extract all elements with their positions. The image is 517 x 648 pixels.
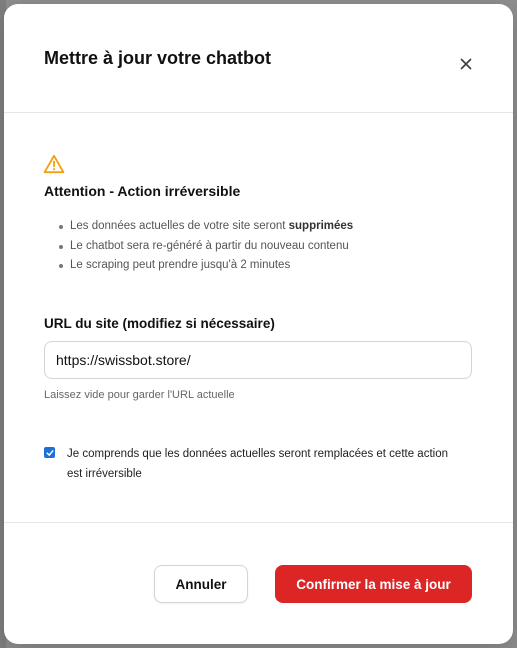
confirm-update-button[interactable]: Confirmer la mise à jour: [275, 565, 472, 603]
url-input[interactable]: [44, 341, 472, 379]
list-item: Le scraping peut prendre jusqu'à 2 minut…: [50, 256, 353, 276]
cancel-button[interactable]: Annuler: [154, 565, 248, 603]
list-item: Le chatbot sera re-généré à partir du no…: [50, 237, 353, 257]
close-icon: [460, 58, 472, 70]
footer-divider: [4, 522, 513, 523]
update-chatbot-modal: Mettre à jour votre chatbot Attention - …: [4, 4, 513, 644]
modal-title: Mettre à jour votre chatbot: [44, 48, 272, 68]
modal-header: Mettre à jour votre chatbot: [4, 4, 513, 113]
warning-bullet-list: Les données actuelles de votre site sero…: [50, 217, 353, 276]
confirmation-checkbox-label[interactable]: Je comprends que les données actuelles s…: [67, 445, 459, 484]
emphasis-text: supprimées: [288, 220, 354, 232]
list-item: Les données actuelles de votre site sero…: [50, 217, 353, 237]
warning-title: Attention - Action irréversible: [44, 183, 241, 199]
checkmark-icon: [45, 449, 54, 456]
confirmation-checkbox[interactable]: [44, 447, 55, 458]
url-field-label: URL du site (modifiez si nécessaire): [44, 316, 275, 331]
warning-triangle-icon: [43, 154, 65, 174]
url-field-hint: Laissez vide pour garder l'URL actuelle: [44, 389, 235, 401]
close-button[interactable]: [454, 52, 478, 76]
